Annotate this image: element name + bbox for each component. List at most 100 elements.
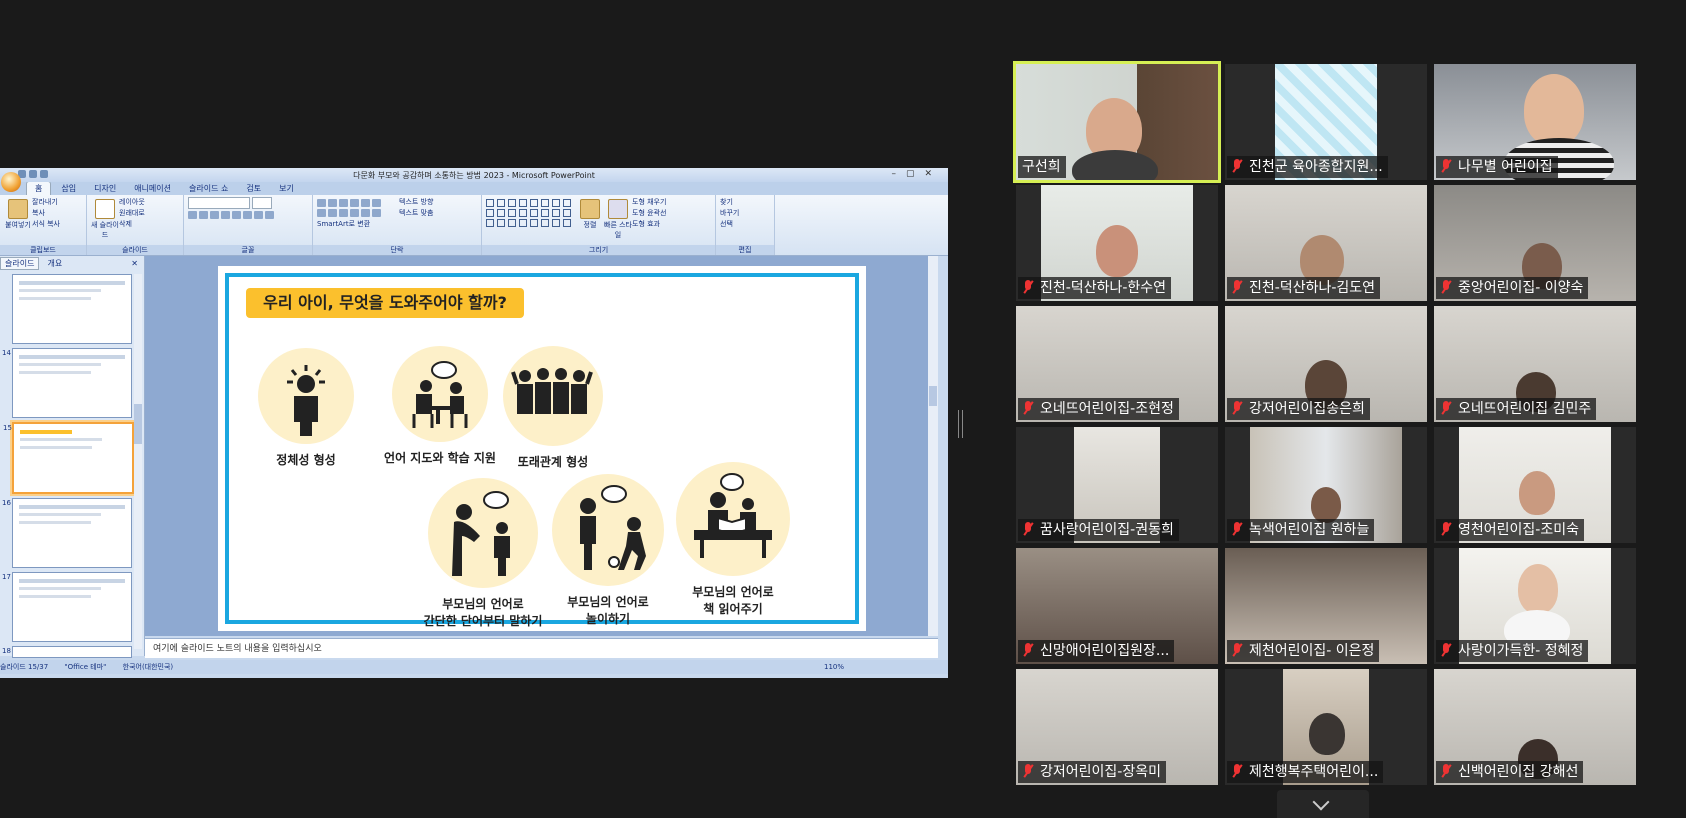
font-name-box[interactable]	[188, 197, 250, 209]
align-buttons[interactable]	[317, 209, 399, 217]
participant-tile[interactable]: 강저어린이집-장옥미	[1016, 669, 1218, 785]
group-icon	[503, 346, 603, 446]
participant-tile[interactable]: 진천군 육아종합지원...	[1225, 64, 1427, 180]
slide-thumbnail-selected[interactable]: 15	[3, 422, 134, 494]
paste-button[interactable]: 붙여넣기	[4, 197, 32, 230]
muted-mic-icon	[1022, 401, 1034, 415]
smartart-button[interactable]: SmartArt로 변환	[317, 219, 477, 230]
participant-tile[interactable]: 신백어린이집 강해선	[1434, 669, 1636, 785]
slide-count: 슬라이드 15/37	[0, 663, 49, 671]
close-icon[interactable]: ✕	[131, 259, 138, 268]
zoom-level[interactable]: 110%	[824, 660, 844, 674]
shapes-gallery[interactable]	[486, 199, 576, 227]
slide-number: 17	[2, 573, 11, 581]
slide-thumbnail[interactable]: 17	[2, 572, 132, 642]
notes-pane[interactable]: 여기에 슬라이드 노트의 내용을 입력하십시오	[145, 638, 938, 658]
item-label: 부모님의 언어로 간단한 단어부터 말하기	[423, 597, 543, 628]
powerpoint-window: 다문화 부모와 공감하며 소통하는 방법 2023 - Microsoft Po…	[0, 168, 948, 678]
participant-name: 제천어린이집- 이은정	[1227, 640, 1380, 662]
thumbnail-scrollbar[interactable]	[134, 274, 142, 649]
font-format-buttons[interactable]	[188, 211, 308, 219]
ribbon: 붙여넣기 잘라내기 복사 서식 복사 클립보드 새 슬라이드 레이아웃 원래대로…	[0, 195, 948, 256]
participant-tile[interactable]: 오네뜨어린이집-조현정	[1016, 306, 1218, 422]
tab-view[interactable]: 보기	[271, 182, 302, 195]
muted-mic-icon	[1022, 522, 1034, 536]
slide-thumbnail[interactable]	[12, 274, 132, 344]
simple-words-item: 부모님의 언어로 간단한 단어부터 말하기	[413, 478, 553, 630]
tab-design[interactable]: 디자인	[86, 182, 124, 195]
participant-tile[interactable]: 신망애어린이집원장...	[1016, 548, 1218, 664]
participant-tile[interactable]: 제천행복주택어린이...	[1225, 669, 1427, 785]
participant-tile[interactable]: 나무별 어린이집	[1434, 64, 1636, 180]
drawing-group: 정렬 빠른 스타일 도형 채우기 도형 윤곽선 도형 효과 그리기	[482, 195, 716, 255]
item-label: 정체성 형성	[276, 453, 336, 467]
identity-item: 정체성 형성	[256, 348, 356, 469]
muted-mic-icon	[1440, 159, 1452, 173]
participant-name: 구선희	[1018, 156, 1066, 178]
slide-thumbnail[interactable]: 16	[2, 498, 132, 568]
parent-child-talk-icon	[428, 478, 538, 588]
new-slide-button[interactable]: 새 슬라이드	[91, 197, 119, 240]
participant-tile[interactable]: 꿈사랑어린이집-권동희	[1016, 427, 1218, 543]
tab-home[interactable]: 홈	[26, 181, 52, 195]
group-label: 단락	[313, 245, 481, 255]
participant-tile[interactable]: 중앙어린이집- 이양숙	[1434, 185, 1636, 301]
participant-name: 사랑이가득한- 정혜정	[1436, 640, 1589, 662]
find-button[interactable]: 찾기	[720, 197, 770, 208]
office-button[interactable]	[1, 172, 21, 192]
muted-mic-icon	[1022, 764, 1034, 778]
slide-thumbnail[interactable]: 14	[2, 348, 132, 418]
theme-name: "Office 테마"	[64, 663, 107, 671]
participant-name: 녹색어린이집 원하늘	[1227, 519, 1375, 541]
current-slide[interactable]: 우리 아이, 무엇을 도와주어야 할까? 정체성 형성 언어 지도와 학습 지원…	[218, 266, 866, 631]
tab-slides[interactable]: 슬라이드	[0, 256, 40, 270]
font-size-box[interactable]	[252, 197, 273, 209]
participant-name: 진천군 육아종합지원...	[1227, 156, 1388, 178]
participant-tile[interactable]: 강저어린이집송은희	[1225, 306, 1427, 422]
participant-tile[interactable]: 진천-덕산하나-한수연	[1016, 185, 1218, 301]
participant-name: 나무별 어린이집	[1436, 156, 1558, 178]
muted-mic-icon	[1440, 522, 1452, 536]
muted-mic-icon	[1440, 280, 1452, 294]
tab-review[interactable]: 검토	[238, 182, 269, 195]
read-books-item: 부모님의 언어로 책 읽어주기	[673, 462, 793, 618]
next-page-button[interactable]	[1277, 790, 1369, 818]
replace-button[interactable]: 바꾸기	[720, 208, 770, 219]
resize-handle[interactable]	[958, 410, 963, 438]
select-button[interactable]: 선택	[720, 219, 770, 230]
participant-name: 강저어린이집송은희	[1227, 398, 1370, 420]
person-icon	[258, 348, 354, 444]
participant-tile[interactable]: 영천어린이집-조미숙	[1434, 427, 1636, 543]
quick-styles-button[interactable]: 빠른 스타일	[604, 197, 632, 240]
status-bar: 슬라이드 15/37 "Office 테마" 한국어(대한민국) 110%	[0, 660, 948, 674]
participant-name: 오네뜨어린이집 김민주	[1436, 398, 1597, 420]
list-buttons[interactable]	[317, 199, 399, 207]
participant-tile[interactable]: 녹색어린이집 원하늘	[1225, 427, 1427, 543]
parent-child-play-icon	[552, 474, 664, 586]
participant-tile[interactable]: 사랑이가득한- 정혜정	[1434, 548, 1636, 664]
muted-mic-icon	[1231, 159, 1243, 173]
participant-tile[interactable]: 오네뜨어린이집 김민주	[1434, 306, 1636, 422]
participant-tile[interactable]: 구선희	[1013, 61, 1221, 183]
tab-animation[interactable]: 애니메이션	[126, 182, 179, 195]
muted-mic-icon	[1231, 401, 1243, 415]
slide-heading: 우리 아이, 무엇을 도와주어야 할까?	[246, 288, 524, 318]
participant-tile[interactable]: 제천어린이집- 이은정	[1225, 548, 1427, 664]
tab-insert[interactable]: 삽입	[53, 182, 84, 195]
clipboard-group: 붙여넣기 잘라내기 복사 서식 복사 클립보드	[0, 195, 87, 255]
arrange-button[interactable]: 정렬	[576, 197, 604, 230]
participant-tile[interactable]: 진천-덕산하나-김도연	[1225, 185, 1427, 301]
slide-thumbnail[interactable]: 18	[2, 646, 132, 658]
slide-editing-area: 우리 아이, 무엇을 도와주어야 할까? 정체성 형성 언어 지도와 학습 지원…	[145, 256, 938, 636]
slide-number: 16	[2, 499, 11, 507]
tab-slideshow[interactable]: 슬라이드 쇼	[181, 182, 236, 195]
item-label: 언어 지도와 학습 지원	[384, 451, 496, 465]
reading-together-icon	[676, 462, 790, 576]
participant-name: 꿈사랑어린이집-권동희	[1018, 519, 1179, 541]
play-item: 부모님의 언어로 놀이하기	[548, 474, 668, 628]
muted-mic-icon	[1022, 643, 1034, 657]
tab-outline[interactable]: 개요	[43, 258, 66, 269]
editing-group: 찾기 바꾸기 선택 편집	[716, 195, 775, 255]
slide-scrollbar[interactable]	[928, 256, 938, 636]
window-controls[interactable]: –▢✕	[891, 169, 942, 179]
